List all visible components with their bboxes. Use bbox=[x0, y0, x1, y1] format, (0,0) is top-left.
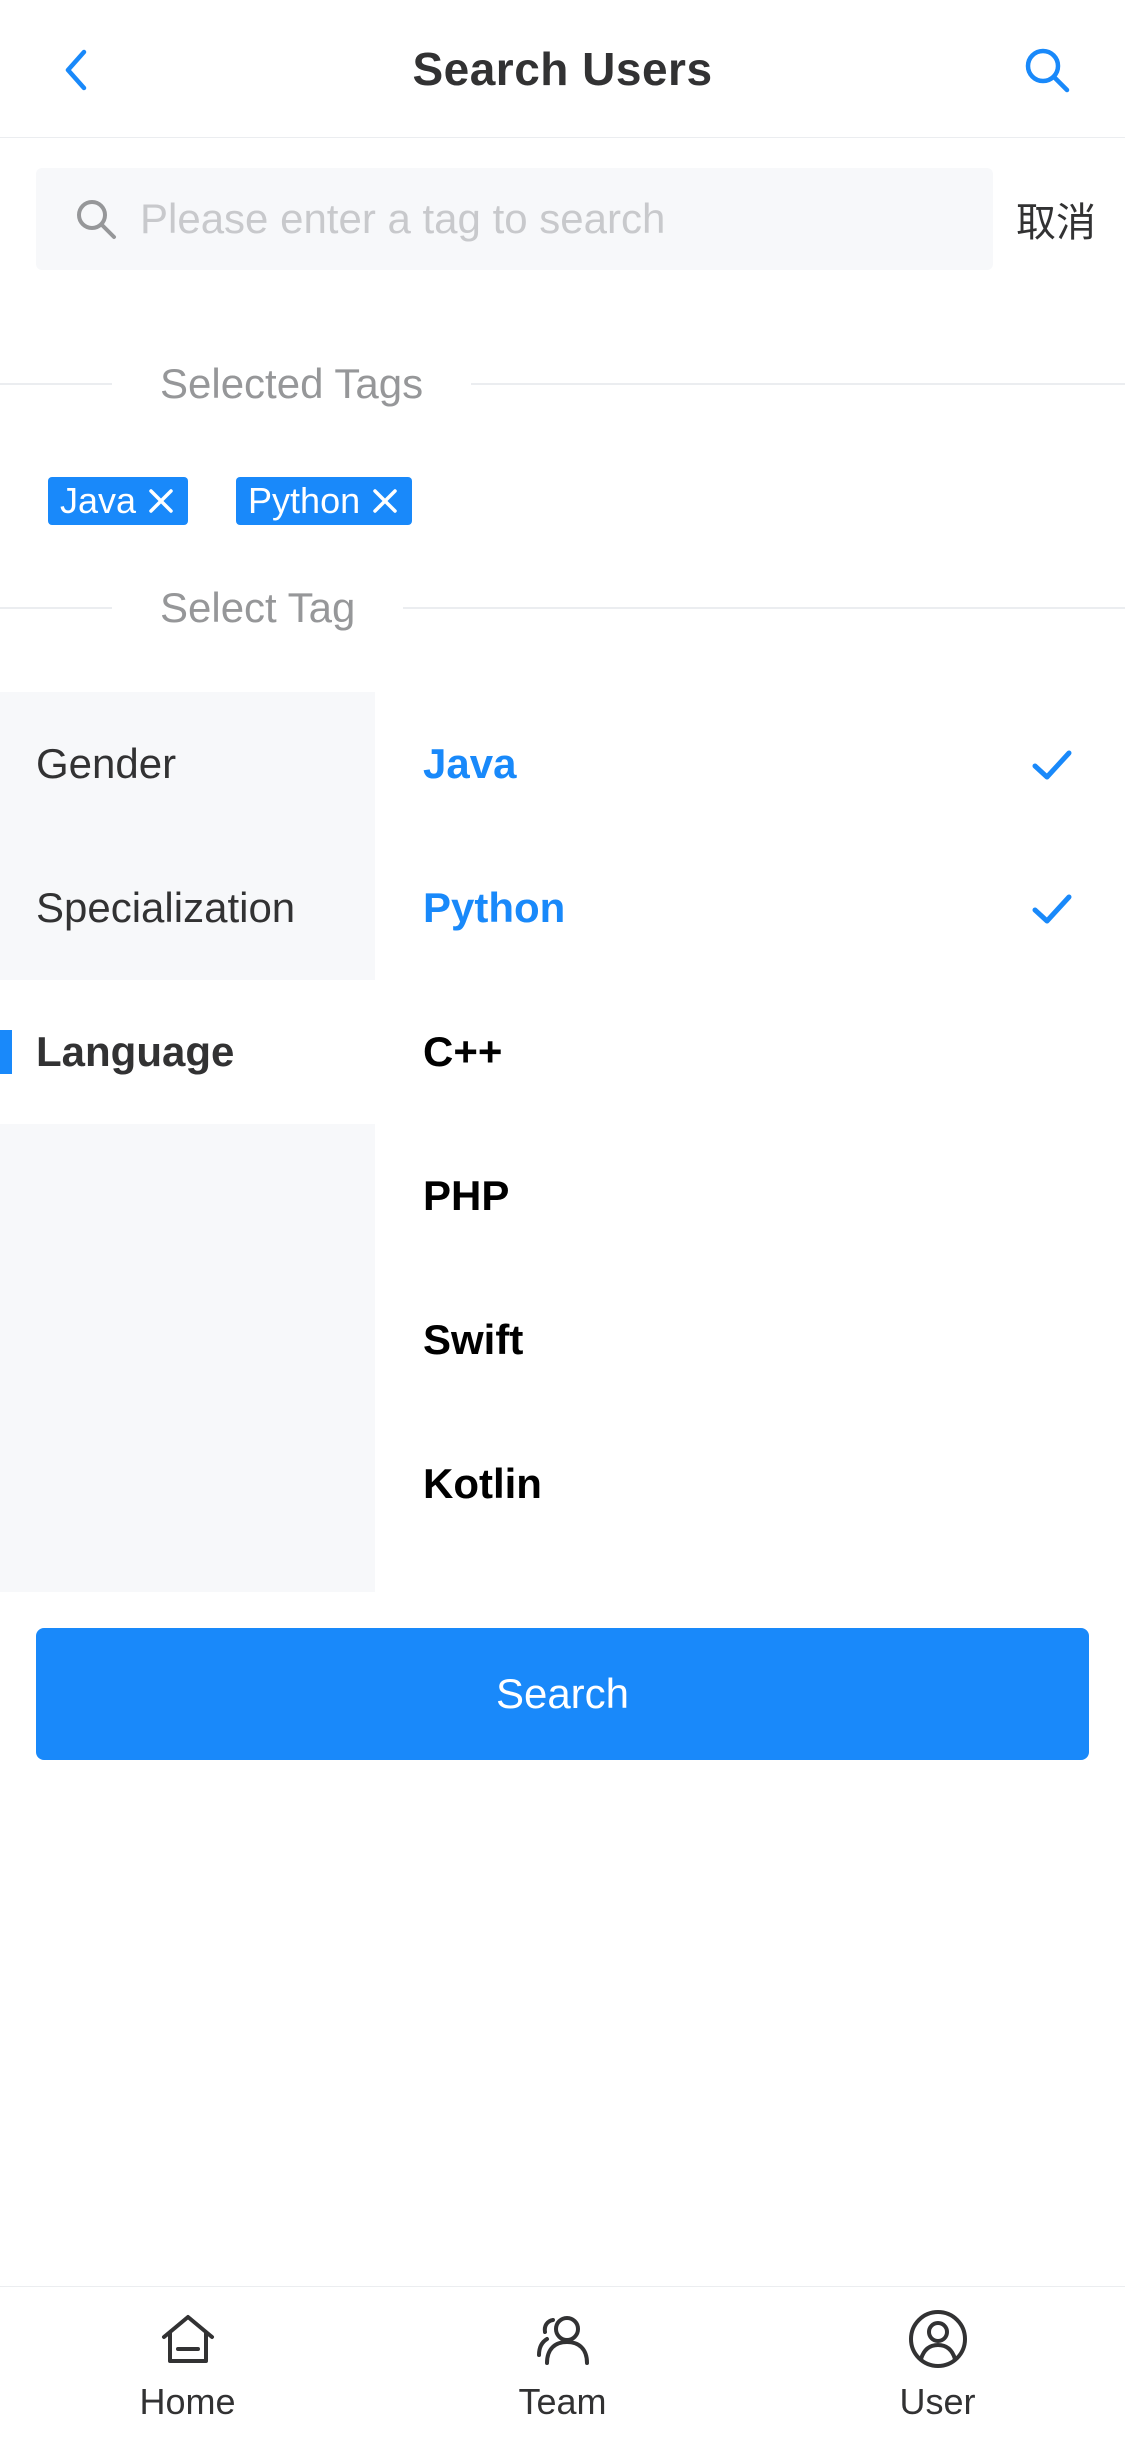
select-tag-title: Select Tag bbox=[160, 584, 356, 631]
user-icon bbox=[908, 2310, 967, 2368]
check-icon bbox=[1032, 894, 1072, 924]
search-bar bbox=[36, 168, 993, 270]
search-input[interactable] bbox=[138, 179, 958, 259]
back-button[interactable] bbox=[48, 42, 104, 98]
selected-tags-divider: Selected Tags bbox=[0, 354, 1125, 414]
page-title: Search Users bbox=[412, 42, 713, 95]
sidebar-item-language[interactable]: Language bbox=[0, 980, 375, 1124]
tag-option-swift[interactable]: Swift bbox=[375, 1268, 1125, 1412]
close-icon[interactable] bbox=[146, 486, 176, 516]
nav-search-button[interactable] bbox=[1017, 40, 1077, 100]
tab-team[interactable]: Team bbox=[375, 2287, 750, 2437]
search-button[interactable]: Search bbox=[36, 1628, 1089, 1760]
search-field-icon bbox=[74, 194, 124, 244]
tag-option-kotlin[interactable]: Kotlin bbox=[375, 1412, 1125, 1556]
select-tag-divider: Select Tag bbox=[0, 578, 1125, 638]
selected-tag: Java bbox=[48, 477, 189, 525]
sidebar-item-gender[interactable]: Gender bbox=[0, 692, 375, 836]
tab-label: Home bbox=[139, 2381, 236, 2422]
sidebar-item-specialization[interactable]: Specialization bbox=[0, 836, 375, 980]
tree-select: Gender Specialization Language Java Pyth… bbox=[0, 692, 1125, 1592]
tag-option-cpp[interactable]: C++ bbox=[375, 980, 1125, 1124]
tag-options-list: Java Python C++ PHP Swift Kotlin bbox=[375, 692, 1125, 1556]
tag-option-python[interactable]: Python bbox=[375, 836, 1125, 980]
selected-tags-title: Selected Tags bbox=[160, 360, 424, 407]
cancel-button[interactable]: 取消 bbox=[1016, 190, 1096, 248]
tab-bar: Home Team User bbox=[0, 2286, 1125, 2436]
selected-tag: Python bbox=[236, 477, 413, 525]
category-sidebar: Gender Specialization Language bbox=[0, 692, 375, 1592]
tag-label: Python bbox=[248, 480, 361, 521]
tag-option-php[interactable]: PHP bbox=[375, 1124, 1125, 1268]
chevron-left-icon bbox=[65, 49, 87, 91]
tab-label: User bbox=[899, 2381, 976, 2422]
tag-label: Java bbox=[60, 480, 137, 521]
tab-user[interactable]: User bbox=[750, 2287, 1125, 2437]
tag-option-java[interactable]: Java bbox=[375, 692, 1125, 836]
close-icon[interactable] bbox=[370, 486, 400, 516]
check-icon bbox=[1032, 750, 1072, 780]
tab-label: Team bbox=[518, 2381, 607, 2422]
team-icon bbox=[536, 2316, 589, 2365]
selected-tags-list: Java Python bbox=[48, 477, 413, 525]
home-icon bbox=[161, 2315, 214, 2363]
tab-home[interactable]: Home bbox=[0, 2287, 375, 2437]
search-icon bbox=[1025, 48, 1070, 93]
nav-bar: Search Users bbox=[0, 0, 1125, 138]
